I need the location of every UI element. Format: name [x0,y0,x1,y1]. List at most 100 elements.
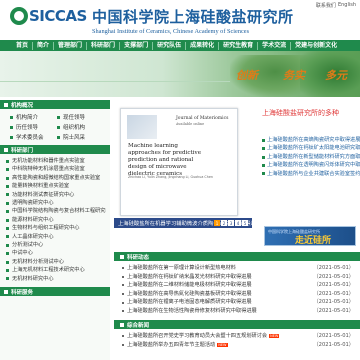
nav-item-admin[interactable]: 管理部门 [54,41,88,50]
org-link[interactable]: 机构简介 [10,113,57,121]
highlights-panel: 上海硅酸盐研究所的多种 上海硅酸盐所在高熵陶瓷研究中取得进展 上海硅酸盐所在钙钛… [256,100,360,248]
org-link[interactable]: 现任领导 [57,113,104,121]
news-item[interactable]: 上海硅酸盐所在高导热氮化硅陶瓷基板研究中取得进展 （2021-05-01） [122,290,354,299]
nav-item-transfer[interactable]: 成果转化 [186,41,220,50]
highlight-link[interactable]: 上海硅酸盐所在新型储能材料研究方面取得进展 [262,153,360,161]
slogan-innovation: 创新 [236,69,258,82]
dept-link[interactable]: 高性能陶瓷和超微结构国家重点实验室 [6,174,106,182]
dept-link[interactable]: 能量转换材料重点实验室 [6,182,106,190]
org-link[interactable]: 院士风采 [57,133,104,141]
news-item[interactable]: 上海硅酸盐所在锂离子电池固态电解质研究中取得进展 （2021-05-01） [122,298,354,307]
dept-link[interactable]: 无机材料分析测试中心 [6,258,106,266]
dept-link[interactable]: 生物材料与组织工程研究中心 [6,224,106,232]
section-marker-icon [4,147,8,152]
dept-link[interactable]: 无机材料研究中心 [6,275,106,283]
general-news-title: 综合新闻 [127,322,150,329]
pager-dot[interactable]: 4 [235,220,241,226]
service-section-header[interactable]: 科研服务 [0,287,110,297]
new-badge: NEW [269,334,280,339]
journal-name: Journal of Materiomics [176,116,229,121]
news-date: （2021-05-01） [313,333,354,339]
dept-link[interactable]: 中科院特种无机涂层重点实验室 [6,165,106,173]
bullet-icon [6,176,9,180]
highlight-link[interactable]: 上海硅酸盐所在透明陶瓷闪烁体研究中取得进展 [262,161,360,169]
org-link[interactable]: 学术委员会 [10,133,57,141]
paper-authors: Zhichao Li, Yulin Zhang, Jingchang Li, G… [128,175,213,179]
left-sidebar: 机构概况 机构简介 现任领导 历任领导 组织机构 学术委员会 院士风采 科研部门… [0,100,110,360]
pager-dot[interactable]: 5 [242,220,248,226]
visit-institute-banner[interactable]: 中国科学院上海硅酸盐研究所 走近硅所 [264,226,356,246]
dept-link[interactable]: 人工晶体研究中心 [6,233,106,241]
news-title: 上海硅酸盐所召开党史学习教育动员大会暨十四五规划研讨会 [127,333,268,339]
news-item[interactable]: 上海硅酸盐所在第一原理计算设计新型热电材料 （2021-05-01） [122,264,354,273]
news-item[interactable]: 上海硅酸盐所在二维材料储能电极材料研究中取得进展 （2021-05-01） [122,281,354,290]
news-date: （2021-05-01） [313,299,354,306]
nav-item-research[interactable]: 科研部门 [87,41,121,50]
org-link-label: 现任领导 [63,115,86,121]
dept-link-label: 分析测试中心 [12,242,44,249]
dept-link[interactable]: 能源材料研究中心 [6,216,106,224]
pager-dot[interactable]: 3 [228,220,234,226]
highlights-title[interactable]: 上海硅酸盐研究所的多种 [262,108,339,118]
bullet-icon [6,168,9,172]
nav-item-education[interactable]: 研究生教育 [219,41,259,50]
nav-item-team[interactable]: 研究队伍 [153,41,187,50]
journal-subtitle: Available online [176,122,205,126]
general-news-header[interactable]: 综合新闻 [114,320,360,329]
dept-link[interactable]: 无机功能材料和器件重点实验室 [6,157,106,165]
banner-decoration [0,81,230,82]
dept-link-label: 无机材料研究中心 [12,275,54,282]
banner: 创新 务实 多元 [0,51,360,97]
general-news-list: 上海硅酸盐所召开党史学习教育动员大会暨十四五规划研讨会 NEW （2021-05-0… [114,329,360,349]
news-title: 上海硅酸盐所在第一原理计算设计新型热电材料 [127,265,236,271]
dept-link[interactable]: 透明陶瓷研究中心 [6,199,106,207]
site-header: SICCAS 中国科学院上海硅酸盐研究所 Shanghai Institute … [0,0,360,40]
research-news-list: 上海硅酸盐所在第一原理计算设计新型热电材料 （2021-05-01） 上海硅酸盐所… [114,261,360,316]
highlight-link[interactable]: 上海硅酸盐所与企业共建联合实验室签约 [262,170,360,178]
promo-title: 走近硅所 [295,236,332,246]
dept-link-label: 中科院特种无机涂层重点实验室 [12,166,85,173]
news-title: 上海硅酸盐所在生物活性陶瓷骨修复材料研究中取得进展 [127,307,257,314]
logo-text: SICCAS [29,7,87,25]
news-item[interactable]: 上海硅酸盐所在钙钛矿纳米晶发光材料研究中取得进展 （2021-05-01） [122,273,354,282]
org-link[interactable]: 历任领导 [10,123,57,131]
contact-link[interactable]: 联系我们 [316,2,336,9]
research-news-header[interactable]: 科研动态 [114,252,360,261]
pager-dot[interactable]: 2 [221,220,227,226]
featured-paper-image[interactable]: Journal of Materiomics Available online … [120,108,238,216]
dept-link[interactable]: 上海无机材料工程技术研究中心 [6,266,106,274]
nav-item-academic[interactable]: 学术交流 [258,41,292,50]
bullet-icon [10,125,13,129]
dept-link[interactable]: 中国科学院结构陶瓷与复合材料工程研究中心 [6,207,106,215]
dept-link-label: 透明陶瓷研究中心 [12,200,54,207]
dept-link[interactable]: 中试中心 [6,249,106,257]
org-section-header[interactable]: 机构概况 [0,100,110,109]
news-item[interactable]: 上海硅酸盐所举办五四青年节主题活动 NEW （2021-05-01） [122,341,354,350]
bullet-icon [6,268,9,272]
nav-item-about[interactable]: 简介 [33,41,55,50]
news-item[interactable]: 上海硅酸盐所在生物活性陶瓷骨修复材料研究中取得进展 （2021-05-01） [122,307,354,316]
highlight-label: 上海硅酸盐所在钙钛矿太阳能电池研究取得进展 [267,145,360,152]
nav-item-support[interactable]: 支撑部门 [120,41,154,50]
news-title: 上海硅酸盐所举办五四青年节主题活动 [127,341,216,348]
dept-link[interactable]: 功能材料测试表征研究中心 [6,191,106,199]
highlight-label: 上海硅酸盐所在新型储能材料研究方面取得进展 [267,153,360,160]
dept-link-label: 人工晶体研究中心 [12,233,54,240]
highlight-link[interactable]: 上海硅酸盐所在高熵陶瓷研究中取得进展 [262,136,360,144]
dept-link-label: 能量转换材料重点实验室 [12,183,70,190]
nav-item-party[interactable]: 党建与创新文化 [291,42,341,50]
siccas-logo[interactable]: SICCAS [10,7,87,25]
dept-link[interactable]: 分析测试中心 [6,241,106,249]
english-link[interactable]: English [338,2,356,9]
pager-dot[interactable]: 1 [214,220,220,226]
org-link[interactable]: 组织机构 [57,123,104,131]
highlight-link[interactable]: 上海硅酸盐所在钙钛矿太阳能电池研究取得进展 [262,144,360,152]
bullet-icon [10,115,13,119]
highlight-label: 上海硅酸盐所与企业共建联合实验室签约 [267,170,360,177]
bullet-icon [122,335,124,338]
bullet-icon [122,275,124,278]
dept-section-header[interactable]: 科研部门 [0,145,110,154]
nav-item-home[interactable]: 首页 [12,41,34,50]
institute-title-cn: 中国科学院上海硅酸盐研究所 [92,8,294,26]
news-item[interactable]: 上海硅酸盐所召开党史学习教育动员大会暨十四五规划研讨会 NEW （2021-05-0… [122,332,354,341]
